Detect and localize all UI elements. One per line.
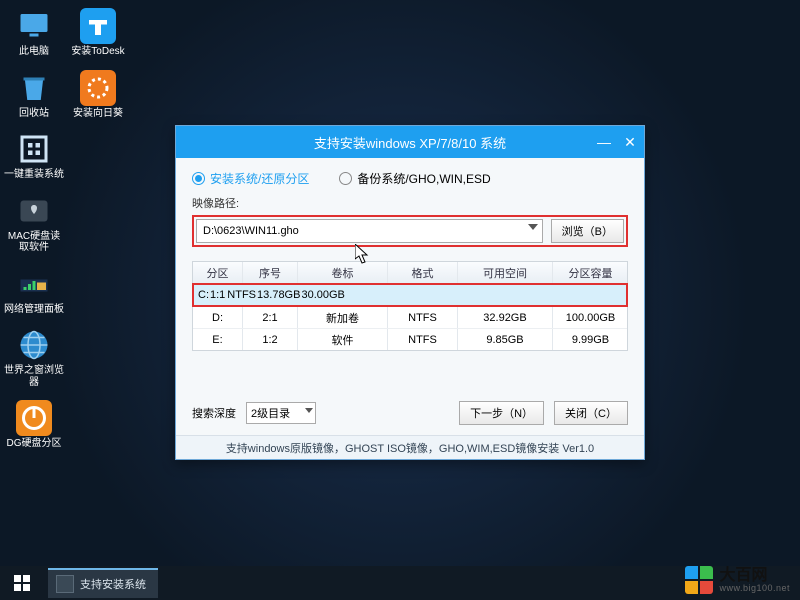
cell: 9.99GB [553,329,628,350]
browse-button[interactable]: 浏览（B） [551,219,624,243]
cell: 1:2 [243,329,298,350]
desktop-icon-dgpart[interactable]: DG硬盘分区 [10,400,58,450]
table-header: 分区 序号 卷标 格式 可用空间 分区容量 [193,262,627,284]
cell: C: [198,289,210,301]
partition-icon [16,400,52,436]
cell: NTFS [388,307,458,328]
mac-disk-icon [16,193,52,229]
label: 世界之窗浏览器 [4,365,64,388]
cell: 1:1 [210,289,226,301]
label: 安装ToDesk [68,46,128,58]
label: 此电脑 [4,46,64,58]
label: 网络管理面板 [4,304,64,316]
taskbar-item-label: 支持安装系统 [80,576,146,592]
app-icon [56,575,74,593]
cell: NTFS [388,329,458,350]
label: 一键重装系统 [4,169,64,181]
table-row[interactable]: C:1:1NTFS13.78GB30.00GB [193,284,627,306]
taskbar: 支持安装系统 [0,566,800,600]
col-volume: 卷标 [298,262,388,284]
path-label: 映像路径: [192,195,628,211]
reinstall-icon [16,131,52,167]
minimize-button[interactable]: — [594,132,614,152]
col-size: 分区容量 [553,262,628,284]
watermark-url: www.big100.net [719,584,790,593]
sunflower-icon [80,70,116,106]
desktop-icon-netmgr[interactable]: 网络管理面板 [10,266,58,316]
chevron-down-icon [305,408,313,413]
table-row[interactable]: D:2:1新加卷NTFS32.92GB100.00GB [193,306,627,328]
desktop-icon-browser[interactable]: 世界之窗浏览器 [10,327,58,388]
depth-select[interactable]: 2级目录 [246,402,316,424]
cell: D: [193,307,243,328]
install-dialog: 支持安装windows XP/7/8/10 系统 — ✕ 安装系统/还原分区 备… [175,125,645,460]
close-dialog-button[interactable]: 关闭（C） [554,401,628,425]
path-value: D:\0623\WIN11.gho [203,225,299,237]
radio-label: 安装系统/还原分区 [210,170,309,187]
watermark-logo-icon [685,566,713,594]
desktop-icon-this-pc[interactable]: 此电脑 [10,8,58,58]
titlebar[interactable]: 支持安装windows XP/7/8/10 系统 — ✕ [176,126,644,158]
radio-backup[interactable]: 备份系统/GHO,WIN,ESD [339,170,490,187]
col-index: 序号 [243,262,298,284]
cell: 9.85GB [458,329,553,350]
trash-icon [16,70,52,106]
desktop: 此电脑 安装ToDesk 回收站 安装向日葵 一键重装系统 MAC硬盘读取软件 … [10,8,122,450]
desktop-icon-todesk[interactable]: 安装ToDesk [74,8,122,58]
label: DG硬盘分区 [4,438,64,450]
table-row[interactable]: E:1:2软件NTFS9.85GB9.99GB [193,328,627,350]
cell: 32.92GB [458,307,553,328]
cell: E: [193,329,243,350]
desktop-icon-sunflower[interactable]: 安装向日葵 [74,70,122,120]
cell: 100.00GB [553,307,628,328]
cell: 30.00GB [301,289,344,301]
depth-label: 搜索深度 [192,405,236,421]
cell: 2:1 [243,307,298,328]
radio-label: 备份系统/GHO,WIN,ESD [357,170,490,187]
globe-icon [16,327,52,363]
monitor-icon [16,8,52,44]
network-icon [16,266,52,302]
close-button[interactable]: ✕ [620,132,640,152]
label: 回收站 [4,108,64,120]
label: MAC硬盘读取软件 [4,231,64,254]
path-row-highlight: D:\0623\WIN11.gho 浏览（B） [192,215,628,247]
path-select[interactable]: D:\0623\WIN11.gho [196,219,543,243]
cell: 新加卷 [298,307,388,328]
desktop-icon-macdisk[interactable]: MAC硬盘读取软件 [10,193,58,254]
start-button[interactable] [0,566,44,600]
taskbar-item-installer[interactable]: 支持安装系统 [48,568,158,598]
todesk-icon [80,8,116,44]
dialog-title: 支持安装windows XP/7/8/10 系统 [314,133,506,152]
windows-icon [14,575,30,591]
desktop-icon-recycle-bin[interactable]: 回收站 [10,70,58,120]
desktop-icon-oneclick[interactable]: 一键重装系统 [10,131,58,181]
col-free: 可用空间 [458,262,553,284]
label: 安装向日葵 [68,108,128,120]
radio-off-icon [339,172,352,185]
radio-on-icon [192,172,205,185]
cell: 软件 [298,329,388,350]
col-drive: 分区 [193,262,243,284]
dialog-footer: 支持windows原版镜像，GHOST ISO镜像，GHO,WIM,ESD镜像安… [176,435,644,459]
cell: NTFS [227,289,257,301]
watermark-name: 大百网 [719,568,790,584]
partition-table: 分区 序号 卷标 格式 可用空间 分区容量 C:1:1NTFS13.78GB30… [192,261,628,351]
radio-install[interactable]: 安装系统/还原分区 [192,170,309,187]
cell: 13.78GB [257,289,301,301]
chevron-down-icon [528,224,538,230]
next-button[interactable]: 下一步（N） [459,401,544,425]
col-format: 格式 [388,262,458,284]
watermark: 大百网 www.big100.net [685,566,790,594]
